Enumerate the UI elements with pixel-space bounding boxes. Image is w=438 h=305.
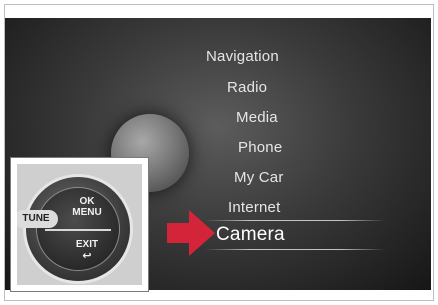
exit-label[interactable]: EXIT [67,240,107,250]
control-divider-line [45,229,111,231]
ok-label: OK [79,196,95,207]
menu-item-internet[interactable]: Internet [228,199,280,216]
control-inset-background: OK MENU EXIT ↩ TUNE [17,164,142,285]
ok-menu-button[interactable]: OK MENU EXIT ↩ [36,187,120,271]
menu-item-camera[interactable]: Camera [216,224,285,246]
tune-knob-label[interactable]: TUNE [17,210,58,228]
selection-top-divider [205,220,385,221]
menu-item-phone[interactable]: Phone [238,139,282,156]
highlight-arrow-icon [167,210,215,256]
menu-item-navigation[interactable]: Navigation [206,48,279,65]
menu-item-my-car[interactable]: My Car [234,169,284,186]
center-console-control[interactable]: OK MENU EXIT ↩ TUNE [17,174,133,284]
menu-item-media[interactable]: Media [236,109,278,126]
menu-item-radio[interactable]: Radio [227,79,267,96]
menu-label: MENU [72,207,102,218]
control-inset: OK MENU EXIT ↩ TUNE [10,157,149,292]
selection-bottom-divider [205,249,385,250]
image-code: G050918 [421,212,431,250]
back-arrow-icon: ↩ [82,250,92,262]
